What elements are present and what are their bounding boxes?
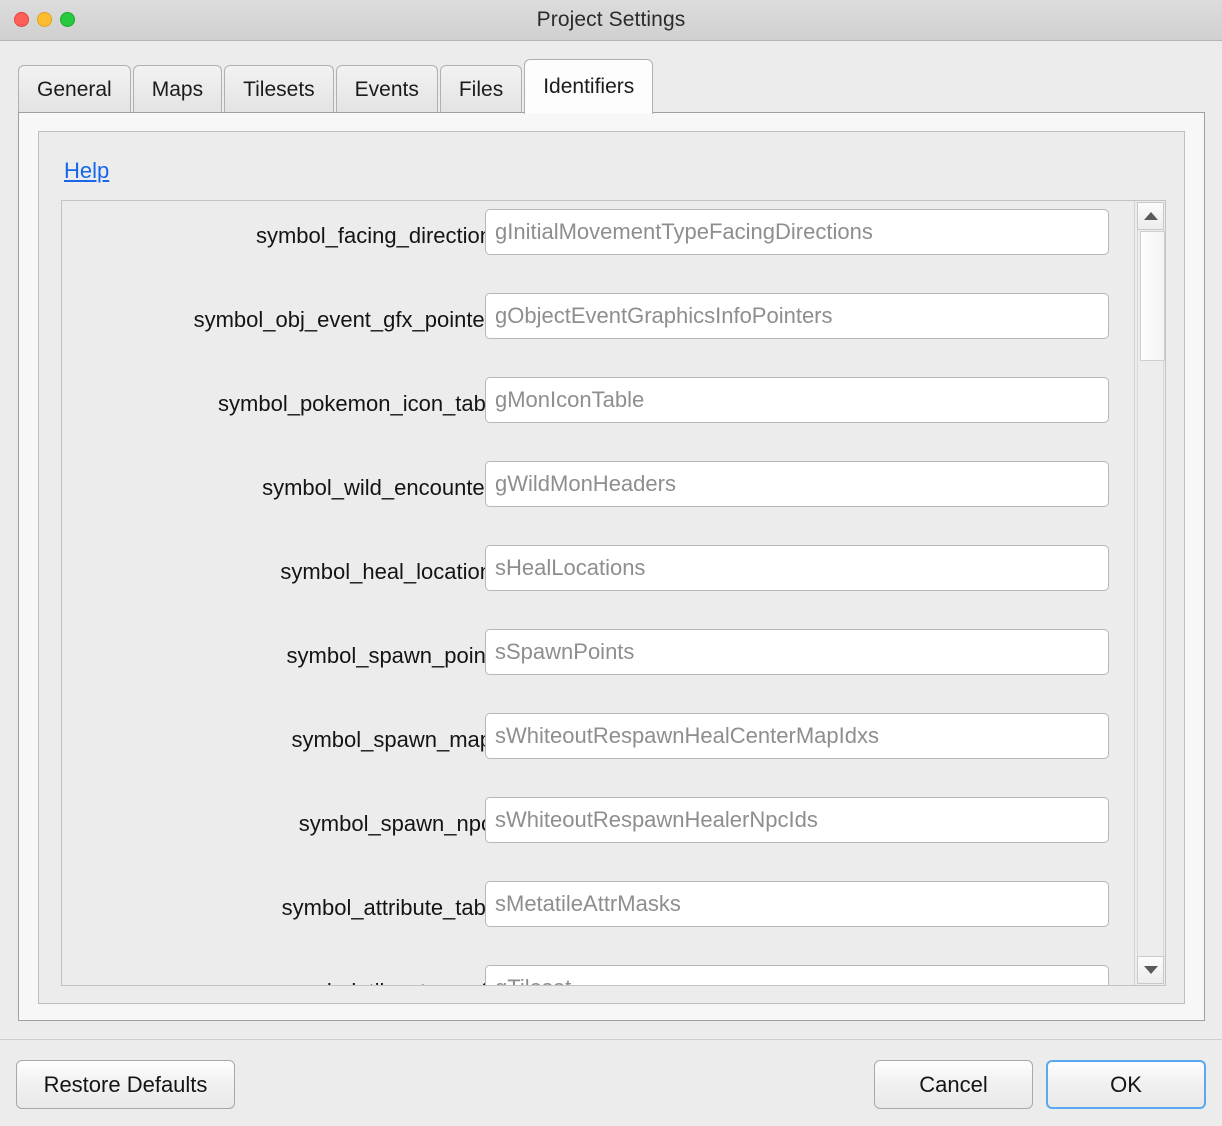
identifiers-scroll-viewport: symbol_facing_directions symbol_obj_even… bbox=[62, 201, 1135, 985]
input-symbol-heal-locations[interactable] bbox=[485, 545, 1109, 591]
tab-general[interactable]: General bbox=[18, 65, 131, 113]
row-label-symbol-heal-locations: symbol_heal_locations bbox=[280, 559, 503, 584]
dialog-footer: Restore Defaults Cancel OK bbox=[0, 1039, 1222, 1126]
form-row: symbol_spawn_points bbox=[62, 621, 1135, 705]
tab-bar: General Maps Tilesets Events Files Ident… bbox=[0, 41, 1222, 114]
form-row: symbol_obj_event_gfx_pointers bbox=[62, 285, 1135, 369]
row-label-symbol-spawn-points: symbol_spawn_points bbox=[286, 643, 503, 668]
row-label-symbol-wild-encounters: symbol_wild_encounters bbox=[262, 475, 503, 500]
form-row: symbol_wild_encounters bbox=[62, 453, 1135, 537]
tab-identifiers[interactable]: Identifiers bbox=[524, 59, 654, 114]
input-symbol-spawn-points[interactable] bbox=[485, 629, 1109, 675]
tab-files[interactable]: Files bbox=[439, 65, 523, 113]
form-row: symbol_pokemon_icon_table bbox=[62, 369, 1135, 453]
input-symbol-spawn-maps[interactable] bbox=[485, 713, 1109, 759]
tab-list: General Maps Tilesets Events Files Ident… bbox=[18, 59, 654, 114]
input-symbol-wild-encounters[interactable] bbox=[485, 461, 1109, 507]
chevron-up-icon bbox=[1143, 212, 1158, 220]
input-symbol-pokemon-icon-table[interactable] bbox=[485, 377, 1109, 423]
input-symbol-attribute-table[interactable] bbox=[485, 881, 1109, 927]
cancel-button[interactable]: Cancel bbox=[874, 1060, 1033, 1109]
input-symbol-facing-directions[interactable] bbox=[485, 209, 1109, 255]
window-title: Project Settings bbox=[536, 8, 686, 31]
scroll-up-button[interactable] bbox=[1137, 202, 1164, 230]
form-row: symbol_spawn_npcs bbox=[62, 789, 1135, 873]
row-label-symbol-facing-directions: symbol_facing_directions bbox=[255, 223, 503, 248]
scrollbar-thumb[interactable] bbox=[1140, 231, 1165, 361]
identifiers-scroll-area: symbol_facing_directions symbol_obj_even… bbox=[61, 200, 1166, 986]
identifiers-form: symbol_facing_directions symbol_obj_even… bbox=[62, 201, 1135, 985]
tab-tilesets[interactable]: Tilesets bbox=[224, 65, 334, 113]
form-row: symbol_attribute_table bbox=[62, 873, 1135, 957]
input-symbol-tilesets-prefix[interactable] bbox=[485, 965, 1109, 985]
form-row: symbol_spawn_maps bbox=[62, 705, 1135, 789]
vertical-scrollbar[interactable] bbox=[1134, 201, 1165, 985]
chevron-down-icon bbox=[1143, 966, 1158, 974]
restore-defaults-button[interactable]: Restore Defaults bbox=[16, 1060, 235, 1109]
scrollbar-track[interactable] bbox=[1137, 230, 1165, 956]
row-label-symbol-spawn-npcs: symbol_spawn_npcs bbox=[298, 811, 503, 836]
row-label-symbol-pokemon-icon-table: symbol_pokemon_icon_table bbox=[218, 391, 503, 416]
form-row: symbol_tilesets_prefix bbox=[62, 957, 1135, 985]
input-symbol-obj-event-gfx-pointers[interactable] bbox=[485, 293, 1109, 339]
form-row: symbol_facing_directions bbox=[62, 201, 1135, 285]
scroll-down-button[interactable] bbox=[1137, 956, 1164, 984]
window-titlebar: Project Settings bbox=[0, 0, 1222, 41]
tab-maps[interactable]: Maps bbox=[132, 65, 223, 113]
identifiers-tab-panel: Help symbol_facing_directions symbol_obj… bbox=[18, 112, 1205, 1021]
form-row: symbol_heal_locations bbox=[62, 537, 1135, 621]
identifiers-group-box: Help symbol_facing_directions symbol_obj… bbox=[38, 131, 1185, 1004]
help-link[interactable]: Help bbox=[64, 158, 109, 184]
input-symbol-spawn-npcs[interactable] bbox=[485, 797, 1109, 843]
tab-events[interactable]: Events bbox=[335, 65, 438, 113]
row-label-symbol-tilesets-prefix: symbol_tilesets_prefix bbox=[287, 979, 503, 985]
ok-button[interactable]: OK bbox=[1046, 1060, 1206, 1109]
project-settings-window: Project Settings General Maps Tilesets E… bbox=[0, 0, 1222, 1126]
row-label-symbol-obj-event-gfx-pointers: symbol_obj_event_gfx_pointers bbox=[193, 307, 503, 332]
row-label-symbol-spawn-maps: symbol_spawn_maps bbox=[291, 727, 503, 752]
row-label-symbol-attribute-table: symbol_attribute_table bbox=[281, 895, 503, 920]
